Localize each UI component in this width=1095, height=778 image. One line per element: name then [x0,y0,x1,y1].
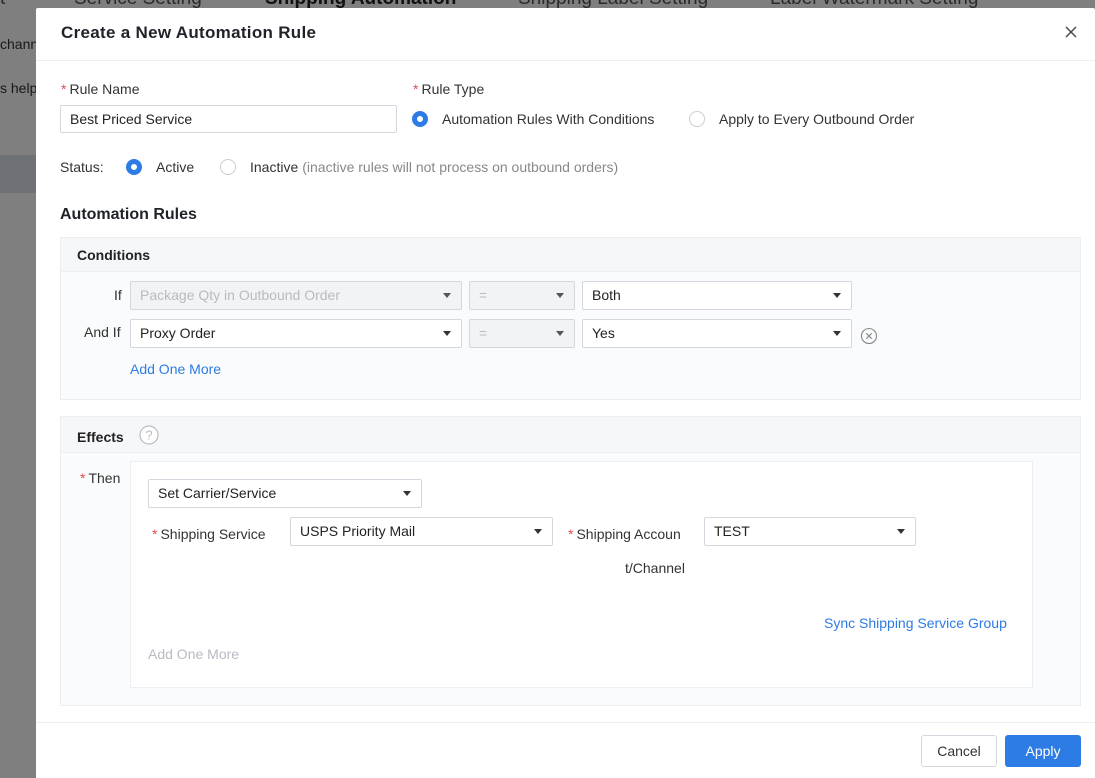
condition-operator-value: = [479,325,488,341]
close-circle-icon [860,327,878,345]
radio-dot [412,111,428,127]
modal-header: Create a New Automation Rule [36,8,1095,61]
chevron-down-icon [556,293,564,298]
rule-type-label-text: Rule Type [421,81,485,97]
condition-operator-value: = [479,287,488,303]
condition-operator-select: = [469,319,575,348]
effects-title: Effects [77,429,124,445]
modal-title: Create a New Automation Rule [61,23,317,42]
radio-dot [220,159,236,175]
chevron-down-icon [556,331,564,336]
status-active-label: Active [156,159,195,175]
cancel-button[interactable]: Cancel [921,735,997,767]
conditions-header: Conditions [61,238,1080,272]
required-mark: * [568,526,574,542]
chevron-down-icon [443,331,451,336]
then-label: * Then [80,470,120,486]
shipping-account-label: * Shipping Accoun [568,526,681,542]
add-effect-link: Add One More [148,646,240,662]
status-inactive-label: Inactive [250,159,299,175]
required-mark: * [152,526,158,542]
close-icon [1065,26,1077,38]
then-label-text: Then [88,470,121,486]
effect-action-select[interactable]: Set Carrier/Service [148,479,422,508]
chevron-down-icon [534,529,542,534]
svg-text:?: ? [145,428,152,443]
effects-header: Effects ? [61,417,1080,453]
automation-rules-title: Automation Rules [60,206,197,223]
status-inactive-hint: (inactive rules will not process on outb… [302,159,619,175]
apply-button[interactable]: Apply [1005,735,1081,767]
conditions-title: Conditions [77,247,151,263]
close-button[interactable] [1061,22,1081,42]
radio-dot [126,159,142,175]
required-mark: * [413,81,419,97]
chevron-down-icon [443,293,451,298]
condition-field-select[interactable]: Proxy Order [130,319,462,348]
rule-type-conditions-label: Automation Rules With Conditions [442,111,655,127]
shipping-service-label-text: Shipping Service [160,526,266,542]
effect-action-value: Set Carrier/Service [158,485,277,501]
condition-value-select[interactable]: Both [582,281,852,310]
shipping-service-value: USPS Priority Mail [300,523,416,539]
condition-field-select: Package Qty in Outbound Order [130,281,462,310]
required-mark: * [80,470,86,486]
status-active-radio[interactable]: Active [126,159,194,175]
radio-dot [689,111,705,127]
rule-type-every-order-label: Apply to Every Outbound Order [719,111,915,127]
rule-name-input[interactable]: Best Priced Service [60,105,397,133]
question-circle-icon: ? [139,425,159,445]
chevron-down-icon [833,331,841,336]
condition-value: Yes [592,325,615,341]
add-condition-link[interactable]: Add One More [130,361,221,377]
shipping-service-label: * Shipping Service [152,526,266,542]
status-inactive-radio[interactable]: Inactive (inactive rules will not proces… [220,159,618,175]
rule-name-label: * Rule Name [61,81,139,97]
condition-prefix-if: If [114,287,122,303]
chevron-down-icon [897,529,905,534]
condition-field-value: Proxy Order [140,325,216,341]
shipping-service-select[interactable]: USPS Priority Mail [290,517,553,546]
shipping-account-label-line2: t/Channel [625,560,685,576]
shipping-account-select[interactable]: TEST [704,517,916,546]
create-rule-modal: Create a New Automation Rule * Rule Name … [36,8,1095,778]
condition-field-value: Package Qty in Outbound Order [140,287,340,303]
rule-type-label: * Rule Type [413,81,484,97]
condition-operator-select: = [469,281,575,310]
required-mark: * [61,81,67,97]
rule-name-label-text: Rule Name [69,81,140,97]
modal-footer: Cancel Apply [36,722,1095,778]
shipping-account-label-text: Shipping Accoun [576,526,681,542]
help-button[interactable]: ? [139,425,159,445]
remove-condition-button[interactable] [860,327,878,345]
chevron-down-icon [403,491,411,496]
condition-value-select[interactable]: Yes [582,319,852,348]
condition-value: Both [592,287,621,303]
sync-shipping-service-group-link[interactable]: Sync Shipping Service Group [824,615,1007,631]
shipping-account-value: TEST [714,523,750,539]
status-label: Status: [60,159,104,175]
condition-prefix-and-if: And If [84,324,121,340]
rule-type-every-order-radio[interactable]: Apply to Every Outbound Order [689,111,914,127]
chevron-down-icon [833,293,841,298]
rule-type-conditions-radio[interactable]: Automation Rules With Conditions [412,111,654,127]
